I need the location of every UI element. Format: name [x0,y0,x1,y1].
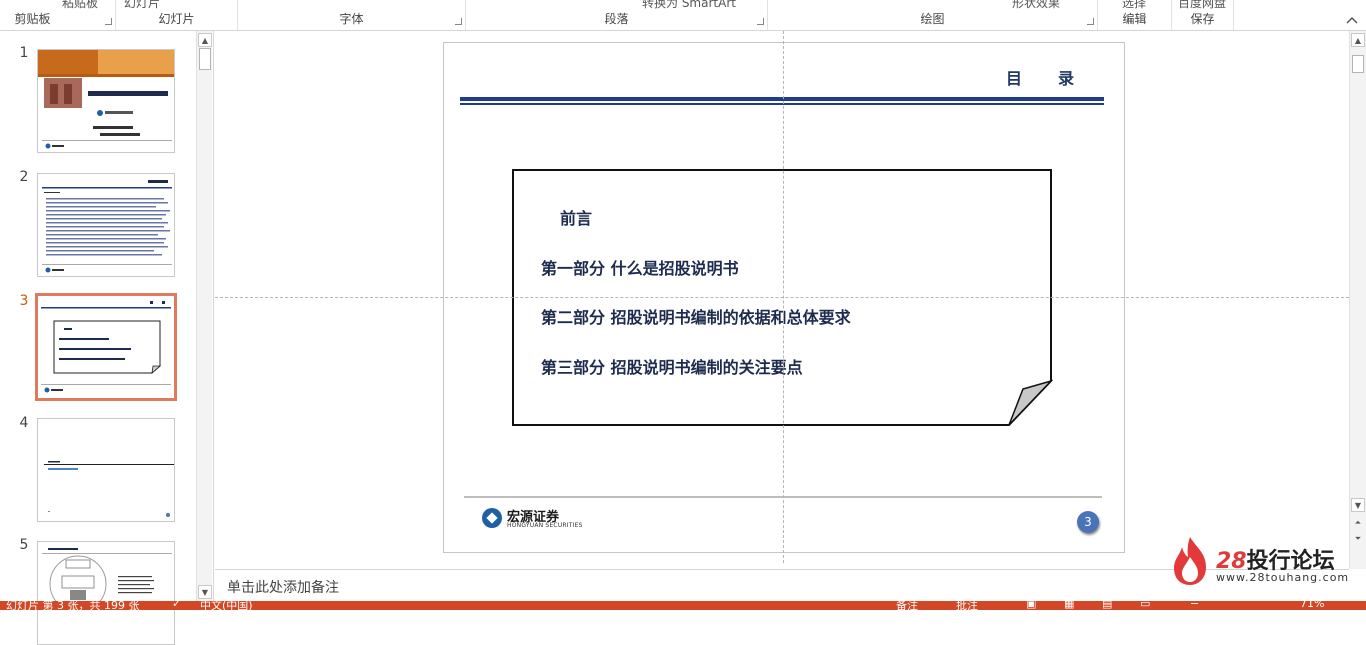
ribbon-group-label: 编辑 [1122,12,1147,26]
toc-item-preface[interactable]: 前言 [560,205,592,229]
title-rule-thick [460,97,1104,101]
scroll-up-icon[interactable]: ▲ [1351,33,1365,47]
slide-thumbnail-4[interactable] [37,418,175,522]
ribbon-group-font: 字体 [238,0,466,30]
watermark-url: www.28touhang.com [1216,571,1350,584]
thumbnail-preview [42,548,172,613]
slide-count-status: 幻灯片 第 3 张，共 199 张 [6,601,140,610]
slide-thumbnail-5[interactable] [37,541,175,645]
horizontal-guide[interactable] [215,297,1349,298]
slide-title[interactable]: 目录 [1006,65,1106,89]
slide-editor[interactable]: 目录 前言 第一部分 什么是招股说明书 第二部分 招股说明书编制的依据和总体要求… [215,31,1349,569]
dialog-launcher-icon[interactable] [757,18,764,25]
ribbon-group-save: 百度网盘 保存 [1172,0,1234,30]
slide-thumbnail-1[interactable] [37,49,175,153]
ribbon-group-drawing: 形状效果 绘图 [768,0,1098,30]
spellcheck-icon[interactable]: ✓ [172,601,181,610]
dialog-launcher-icon[interactable] [1087,18,1094,25]
ribbon-group-label: 字体 [339,12,364,26]
ribbon-group-label: 段落 [604,12,629,26]
scrollbar-thumb[interactable] [1352,55,1364,73]
toc-item-part1[interactable]: 第一部分 什么是招股说明书 [541,255,739,279]
thumbnail-preview [38,50,174,149]
scroll-down-icon[interactable]: ▼ [1351,498,1365,512]
reading-view-icon[interactable]: ▤ [1102,601,1112,610]
slideshow-icon[interactable]: ▭ [1140,601,1150,610]
ribbon-group-clipboard: 粘贴板 剪贴板 [0,0,116,30]
dialog-launcher-icon[interactable] [105,18,112,25]
thumbnail-scrollbar[interactable]: ▲ ▼ [196,31,212,601]
thumbnail-number: 4 [19,415,29,431]
thumbnail-number: 1 [19,45,29,61]
toc-item-part2[interactable]: 第二部分 招股说明书编制的依据和总体要求 [541,304,851,328]
slide-thumbnail-2[interactable] [37,173,175,277]
ribbon: 粘贴板 剪贴板 幻灯片 幻灯片 字体 转换为 SmartArt 段落 形状效果 … [0,0,1366,31]
ribbon-group-paragraph: 转换为 SmartArt 段落 [466,0,768,30]
slide-thumbnail-pane[interactable]: 1 2 3 4 5 ▲ ▼ [0,31,214,645]
ribbon-group-slides: 幻灯片 幻灯片 [116,0,238,30]
comments-toggle-button[interactable]: 批注 [956,601,978,610]
scroll-up-icon[interactable]: ▲ [198,33,212,47]
thumbnail-number: 2 [19,169,29,185]
notes-placeholder[interactable]: 单击此处添加备注 [227,577,339,597]
logo-text-en: HONGYUAN SECURITIES [507,522,583,529]
thumbnail-preview [41,301,171,393]
zoom-out-icon[interactable]: − [1190,601,1199,610]
slide-sorter-icon[interactable]: ▦ [1064,601,1074,610]
ribbon-group-label: 保存 [1190,12,1215,26]
ribbon-cut-label[interactable]: 粘贴板 [62,0,98,11]
title-rule-thin [460,103,1104,105]
previous-slide-icon[interactable]: ⏶ [1351,516,1365,530]
thumbnail-number: 3 [19,293,29,309]
ribbon-group-editing: 选择 编辑 [1098,0,1172,30]
normal-view-icon[interactable]: ▣ [1026,601,1036,610]
dialog-launcher-icon[interactable] [455,18,462,25]
forum-watermark: 28投行论坛 www.28touhang.com [1170,535,1360,591]
thumbnail-preview [44,461,174,517]
language-status[interactable]: 中文(中国) [200,601,253,610]
slide-thumbnail-3[interactable] [35,293,177,401]
editor-scrollbar[interactable]: ▲ ▼ ⏶ ⏷ [1349,31,1366,569]
ribbon-group-label: 绘图 [920,12,945,26]
scroll-down-icon[interactable]: ▼ [198,585,212,599]
logo-mark-icon [482,508,502,528]
ribbon-group-label: 剪贴板 [14,12,51,26]
thumbnail-preview [42,180,172,273]
chevron-up-icon[interactable] [1346,14,1358,27]
flame-logo-icon [1174,537,1206,585]
notes-toggle-button[interactable]: 备注 [896,601,918,610]
status-bar: 幻灯片 第 3 张，共 199 张 ✓ 中文(中国) 备注 批注 ▣ ▦ ▤ ▭… [0,601,1366,610]
slide-number-badge: 3 [1077,511,1099,533]
ribbon-group-label: 幻灯片 [158,12,195,26]
zoom-level[interactable]: 71% [1300,601,1324,610]
toc-item-part3[interactable]: 第三部分 招股说明书编制的关注要点 [541,354,803,378]
thumbnail-number: 5 [19,537,29,553]
scrollbar-thumb[interactable] [199,48,211,70]
